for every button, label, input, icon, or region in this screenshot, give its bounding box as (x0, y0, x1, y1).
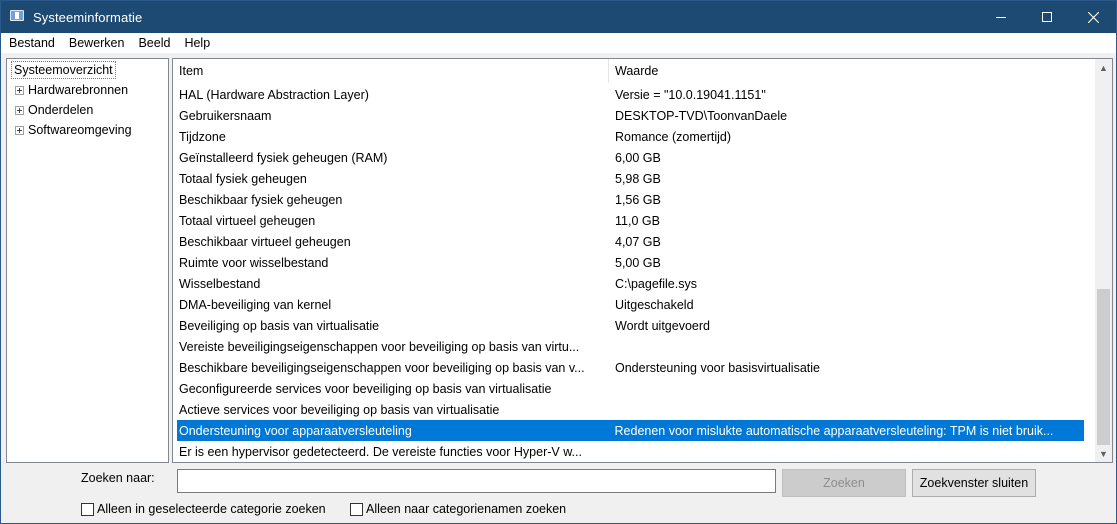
app-window: Systeeminformatie Bestand Bewerken Beeld… (0, 0, 1117, 524)
row-value: Romance (zomertijd) (615, 129, 732, 144)
row-item: HAL (Hardware Abstraction Layer) (179, 87, 369, 102)
row-item: Geïnstalleerd fysiek geheugen (RAM) (179, 150, 388, 165)
row-item: Beveiliging op basis van virtualisatie (179, 318, 380, 333)
checkbox-icon[interactable] (350, 502, 363, 516)
title-bar[interactable]: Systeeminformatie (1, 1, 1116, 33)
table-row[interactable]: Geïnstalleerd fysiek geheugen (RAM) 6,00 … (173, 147, 1095, 168)
tree-item-label: Hardwarebronnen (28, 83, 129, 97)
table-row[interactable]: Actieve services voor beveiliging op bas… (173, 399, 1095, 420)
row-item: Er is een hypervisor gedetecteerd. De ve… (179, 444, 582, 459)
table-row[interactable]: Totaal fysiek geheugen 5,98 GB (173, 168, 1095, 189)
row-value: C:\pagefile.sys (615, 276, 697, 291)
menu-bestand[interactable]: Bestand (1, 36, 62, 50)
row-item: Vereiste beveiligingseigenschappen voor … (179, 339, 580, 354)
table-row[interactable]: Geconfigureerde services voor beveiligin… (173, 378, 1095, 399)
row-item: Beschikbaar fysiek geheugen (179, 192, 343, 207)
table-row[interactable]: Vereiste beveiligingseigenschappen voor … (173, 336, 1095, 357)
table-row[interactable]: Ruimte voor wisselbestand 5,00 GB (173, 252, 1095, 273)
scroll-up-icon[interactable]: ▲ (1095, 59, 1112, 76)
table-row[interactable]: Ondersteuning voor apparaatversleuteling… (177, 420, 1084, 441)
tree-item-onderdelen[interactable]: Onderdelen (15, 103, 93, 117)
search-label: Zoeken naar: (81, 471, 155, 485)
close-button[interactable] (1070, 1, 1116, 33)
maximize-button[interactable] (1024, 1, 1070, 33)
details-list[interactable]: Item Waarde HAL (Hardware Abstraction La… (172, 58, 1113, 463)
menu-beeld[interactable]: Beeld (131, 36, 177, 50)
expand-icon[interactable] (15, 85, 24, 95)
table-row[interactable]: Wisselbestand C:\pagefile.sys (173, 273, 1095, 294)
row-item: DMA-beveiliging van kernel (179, 297, 332, 312)
minimize-icon (996, 17, 1006, 18)
menu-bar: Bestand Bewerken Beeld Help (1, 33, 1116, 53)
search-input[interactable] (177, 469, 776, 493)
tree-item-label: Softwareomgeving (28, 123, 132, 137)
checkbox-icon[interactable] (81, 502, 94, 516)
expand-icon[interactable] (15, 125, 24, 135)
checkbox-label: Alleen naar categorienamen zoeken (366, 502, 567, 516)
table-row[interactable]: Beschikbaar virtueel geheugen 4,07 GB (173, 231, 1095, 252)
table-row[interactable]: Tijdzone Romance (zomertijd) (173, 126, 1095, 147)
checkbox-category-names[interactable]: Alleen naar categorienamen zoeken (350, 502, 566, 516)
row-item: Beschikbaar virtueel geheugen (179, 234, 351, 249)
list-rows: HAL (Hardware Abstraction Layer) Versie =… (173, 84, 1095, 462)
row-value: 5,00 GB (615, 255, 661, 270)
tree-item-hardwarebronnen[interactable]: Hardwarebronnen (15, 83, 128, 97)
row-value: 6,00 GB (615, 150, 661, 165)
row-value: 11,0 GB (615, 213, 660, 228)
row-value: Versie = "10.0.19041.1151" (615, 87, 766, 102)
maximize-icon (1042, 12, 1052, 22)
menu-bewerken[interactable]: Bewerken (62, 36, 132, 50)
checkbox-label: Alleen in geselecteerde categorie zoeken (97, 502, 326, 516)
minimize-button[interactable] (978, 1, 1024, 33)
table-row[interactable]: HAL (Hardware Abstraction Layer) Versie =… (173, 84, 1095, 105)
row-item: Tijdzone (179, 129, 226, 144)
row-value: Uitgeschakeld (615, 297, 694, 312)
scroll-down-icon[interactable]: ▼ (1095, 445, 1112, 462)
scrollbar-thumb[interactable] (1097, 289, 1110, 445)
row-item: Totaal virtueel geheugen (179, 213, 316, 228)
checkbox-selected-category[interactable]: Alleen in geselecteerde categorie zoeken (81, 502, 326, 516)
window-title: Systeeminformatie (33, 9, 143, 25)
table-row[interactable]: Gebruikersnaam DESKTOP-TVD\ToonvanDaele (173, 105, 1095, 126)
table-row[interactable]: Beschikbare beveiligingseigenschappen vo… (173, 357, 1095, 378)
list-header: Item Waarde (173, 59, 1095, 83)
close-search-button[interactable]: Zoekvenster sluiten (912, 469, 1036, 497)
tree-item-softwareomgeving[interactable]: Softwareomgeving (15, 123, 132, 137)
row-item: Geconfigureerde services voor beveiligin… (179, 381, 552, 396)
row-item: Ondersteuning voor apparaatversleuteling (179, 423, 412, 438)
find-button[interactable]: Zoeken (782, 469, 906, 497)
table-row[interactable]: Totaal virtueel geheugen 11,0 GB (173, 210, 1095, 231)
row-value: 1,56 GB (615, 192, 661, 207)
row-item: Gebruikersnaam (179, 108, 272, 123)
row-value: Wordt uitgevoerd (615, 318, 710, 333)
tree-item-label: Onderdelen (28, 103, 94, 117)
row-value: 4,07 GB (615, 234, 661, 249)
menu-help[interactable]: Help (177, 36, 217, 50)
row-item: Totaal fysiek geheugen (179, 171, 307, 186)
row-value: Ondersteuning voor basisvirtualisatie (615, 360, 820, 375)
category-tree[interactable]: Systeemoverzicht Hardwarebronnen Onderde… (6, 58, 169, 463)
row-item: Wisselbestand (179, 276, 261, 291)
row-value: Redenen voor mislukte automatische appar… (614, 423, 1054, 438)
row-value: 5,98 GB (615, 171, 661, 186)
table-row[interactable]: Beschikbaar fysiek geheugen 1,56 GB (173, 189, 1095, 210)
row-item: Actieve services voor beveiliging op bas… (179, 402, 500, 417)
row-item: Ruimte voor wisselbestand (179, 255, 329, 270)
vertical-scrollbar[interactable]: ▲ ▼ (1095, 59, 1112, 462)
table-row[interactable]: Er is een hypervisor gedetecteerd. De ve… (173, 441, 1095, 462)
row-value: DESKTOP-TVD\ToonvanDaele (615, 108, 788, 123)
expand-icon[interactable] (15, 105, 24, 115)
column-header-value[interactable]: Waarde (609, 59, 1095, 83)
table-row[interactable]: DMA-beveiliging van kernel Uitgeschakeld (173, 294, 1095, 315)
row-item: Beschikbare beveiligingseigenschappen vo… (179, 360, 585, 375)
table-row[interactable]: Beveiliging op basis van virtualisatie Wo… (173, 315, 1095, 336)
tree-item-systeemoverzicht[interactable]: Systeemoverzicht (11, 61, 116, 79)
close-icon (1087, 11, 1099, 23)
column-header-item[interactable]: Item (173, 59, 609, 83)
system-info-icon (10, 9, 26, 25)
